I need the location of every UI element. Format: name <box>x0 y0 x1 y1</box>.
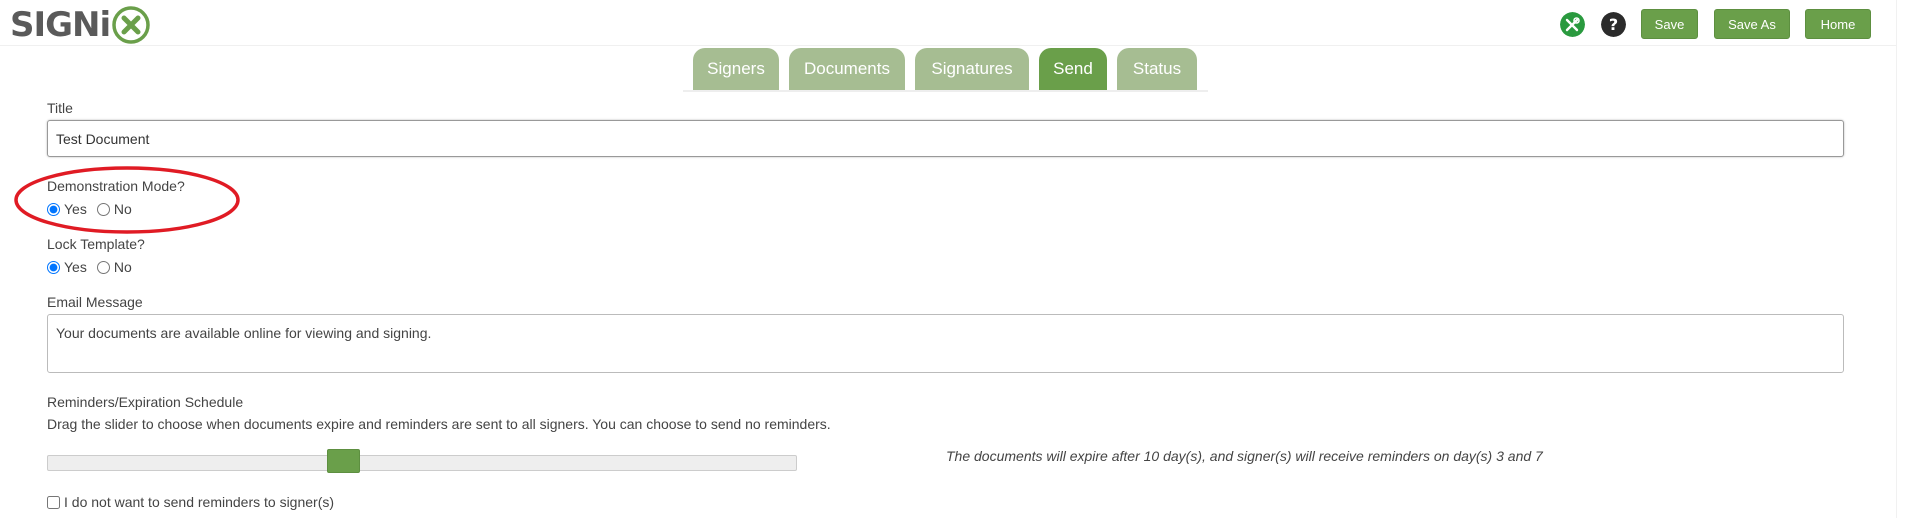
lock-template-label: Lock Template? <box>47 236 145 252</box>
reminder-slider-handle[interactable] <box>326 449 360 473</box>
tab-status[interactable]: Status <box>1117 48 1197 90</box>
help-icon[interactable]: ? <box>1601 12 1626 37</box>
lock-yes-option[interactable]: Yes <box>47 259 87 275</box>
lock-yes-radio[interactable] <box>47 260 60 274</box>
lock-no-label: No <box>113 259 132 275</box>
lock-yes-label: Yes <box>64 259 87 275</box>
vertical-scrollbar[interactable] <box>1896 0 1913 518</box>
no-reminders-checkbox[interactable] <box>47 495 60 509</box>
no-reminders-label: I do not want to send reminders to signe… <box>64 494 335 510</box>
tab-send[interactable]: Send <box>1039 48 1107 90</box>
title-input[interactable] <box>47 120 1844 157</box>
signix-logo[interactable]: SIGNi <box>10 6 150 44</box>
email-message-label: Email Message <box>47 294 143 310</box>
demo-no-radio[interactable] <box>96 202 110 216</box>
logo-x-icon <box>112 6 150 44</box>
save-as-button[interactable]: Save As <box>1714 9 1790 39</box>
demo-yes-label: Yes <box>64 201 87 217</box>
svg-text:?: ? <box>1609 15 1618 34</box>
tab-documents[interactable]: Documents <box>789 48 905 90</box>
reminders-description: Drag the slider to choose when documents… <box>47 416 831 432</box>
expiry-summary: The documents will expire after 10 day(s… <box>946 448 1543 464</box>
reminder-slider-track[interactable] <box>47 455 797 471</box>
demo-no-label: No <box>113 201 132 217</box>
tab-signatures[interactable]: Signatures <box>915 48 1029 90</box>
save-button[interactable]: Save <box>1641 9 1698 39</box>
tab-signers[interactable]: Signers <box>693 48 779 90</box>
demo-no-option[interactable]: No <box>96 201 132 217</box>
lock-no-radio[interactable] <box>96 260 110 274</box>
lock-no-option[interactable]: No <box>96 259 132 275</box>
email-message-textarea[interactable]: Your documents are available online for … <box>47 314 1844 373</box>
logo-text: SIGNi <box>10 5 111 45</box>
lock-template-radios: Yes No <box>47 259 142 275</box>
demonstration-mode-label: Demonstration Mode? <box>47 178 185 194</box>
highlight-annotation <box>14 166 240 234</box>
title-label: Title <box>47 100 73 116</box>
demonstration-mode-radios: Yes No <box>47 201 142 217</box>
no-reminders-option[interactable]: I do not want to send reminders to signe… <box>47 494 334 510</box>
demo-yes-option[interactable]: Yes <box>47 201 87 217</box>
home-button[interactable]: Home <box>1805 9 1871 39</box>
demo-yes-radio[interactable] <box>47 202 60 216</box>
app-header: SIGNi ? Save Save As Home <box>0 0 1913 46</box>
reminders-label: Reminders/Expiration Schedule <box>47 394 244 410</box>
workflow-tabs: Signers Documents Signatures Send Status <box>683 48 1208 92</box>
tools-icon[interactable] <box>1560 12 1585 37</box>
